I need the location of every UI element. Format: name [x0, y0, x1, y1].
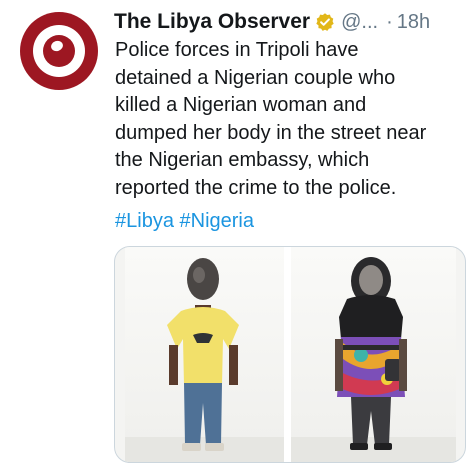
media-gutter	[284, 247, 291, 462]
photo-man-figure	[125, 258, 284, 462]
tweet-text-line: Police forces in Tripoli have	[115, 39, 359, 61]
hashtag-libya[interactable]: #Libya	[115, 210, 174, 232]
tweet[interactable]: The Libya Observer @... · 18h Police for…	[0, 0, 475, 463]
author-handle[interactable]: @...	[341, 11, 378, 34]
avatar-logo-dot	[43, 35, 75, 67]
tweet-text-line: dumped her body in the street near	[115, 121, 427, 144]
header-separator: ·	[386, 10, 393, 33]
media-attachment[interactable]	[114, 246, 466, 463]
author-name[interactable]: The Libya Observer	[114, 10, 310, 34]
hashtag-nigeria[interactable]: #Nigeria	[180, 210, 254, 232]
hashtag-row: #Libya #Nigeria	[115, 208, 254, 235]
tweet-text-line: detained a Nigerian couple who	[115, 66, 396, 89]
tweet-header: The Libya Observer @... · 18h	[114, 8, 470, 36]
photo-woman[interactable]	[291, 247, 456, 462]
photo-man[interactable]	[125, 247, 284, 462]
tweet-timestamp[interactable]: 18h	[397, 11, 430, 34]
tweet-text-line: the Nigerian embassy, which	[115, 149, 370, 171]
tweet-text-line: reported the crime to the police.	[115, 176, 397, 199]
verified-badge-icon	[316, 13, 334, 31]
author-avatar[interactable]	[20, 12, 98, 90]
tweet-text-line: killed a Nigerian woman and	[115, 94, 367, 116]
tweet-text: Police forces in Tripoli have detained a…	[115, 37, 467, 202]
photo-woman-figure	[291, 257, 456, 462]
